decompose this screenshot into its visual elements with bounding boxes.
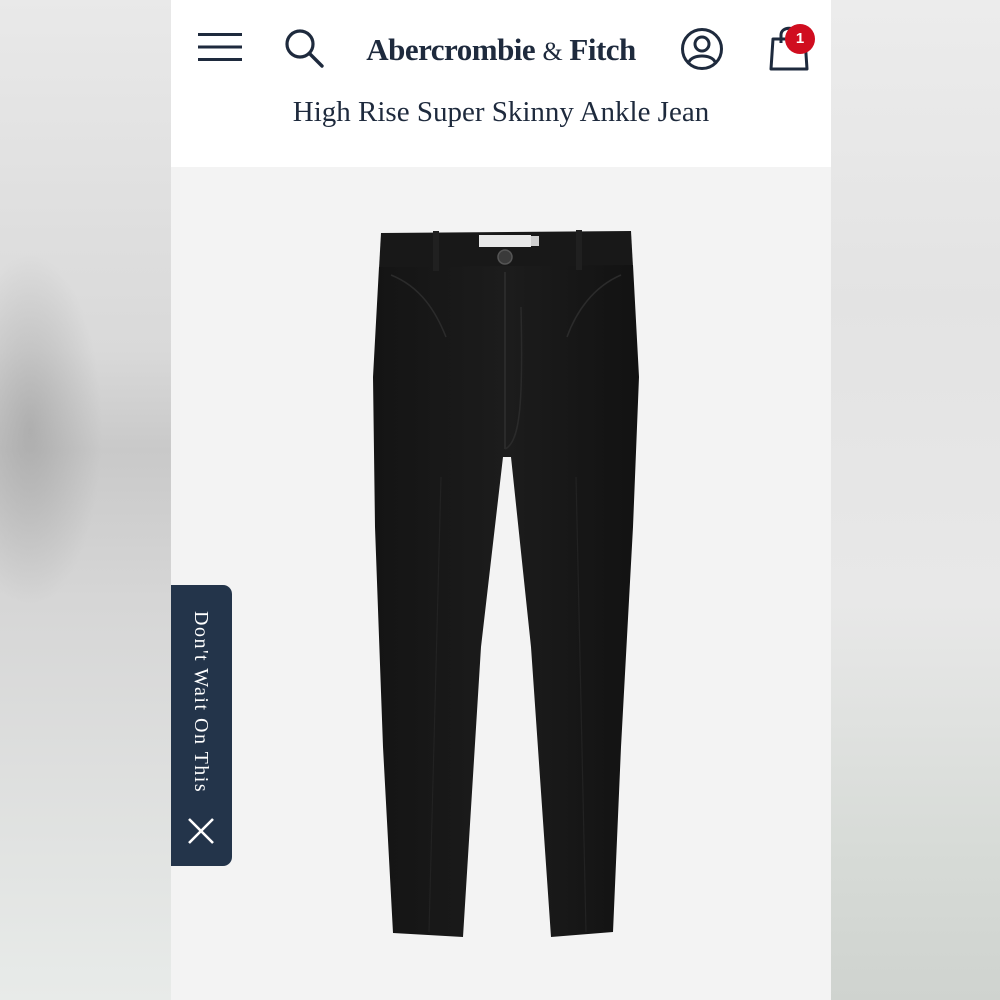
product-image-jeans xyxy=(373,230,639,937)
brand-name-end: Fitch xyxy=(569,32,636,67)
cart-count-badge: 1 xyxy=(785,24,815,54)
hamburger-menu-icon xyxy=(198,33,242,61)
close-icon xyxy=(188,818,214,844)
search-icon xyxy=(285,29,324,68)
background-left-blur xyxy=(0,0,171,1000)
background-right-blur xyxy=(830,0,1000,1000)
brand-logo[interactable]: Abercrombie & Fitch xyxy=(351,28,651,72)
product-title: High Rise Super Skinny Ankle Jean xyxy=(292,96,710,128)
menu-button[interactable] xyxy=(195,26,245,68)
search-button[interactable] xyxy=(279,24,329,72)
account-icon xyxy=(681,28,723,70)
brand-name-main: Abercrombie xyxy=(366,32,536,67)
product-image-area[interactable]: Don't Wait On This xyxy=(171,167,831,1000)
brand-ampersand: & xyxy=(542,37,563,66)
promo-tab-label: Don't Wait On This xyxy=(190,611,212,794)
site-header: Abercrombie & Fitch 1 High Rise Super Sk… xyxy=(171,0,831,167)
promo-tab[interactable]: Don't Wait On This xyxy=(171,585,232,866)
promo-close-button[interactable] xyxy=(183,813,219,849)
product-page-screen: Abercrombie & Fitch 1 High Rise Super Sk… xyxy=(171,0,831,1000)
account-button[interactable] xyxy=(677,24,727,74)
